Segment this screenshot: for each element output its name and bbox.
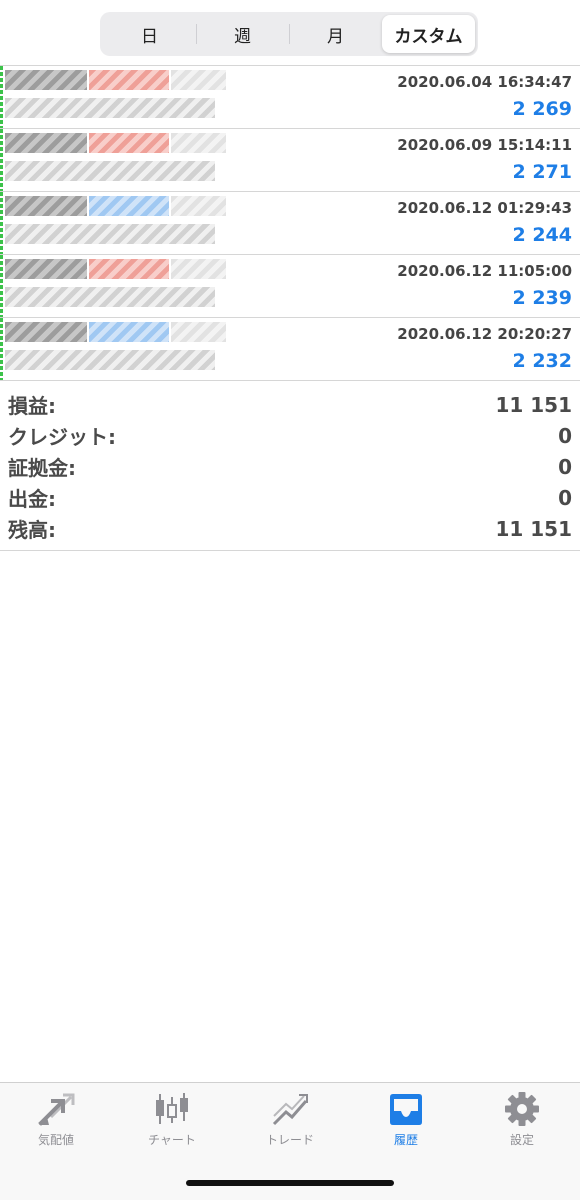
summary-label: 出金:: [8, 487, 56, 511]
summary-value: 0: [558, 485, 572, 510]
quotes-arrows-icon: [38, 1093, 75, 1126]
deal-profit: 2 271: [512, 161, 573, 183]
summary-value: 11 151: [495, 392, 572, 417]
redacted-symbol-info: [5, 68, 230, 126]
deal-profit: 2 244: [512, 224, 573, 246]
deal-row[interactable]: 2020.06.04 16:34:47 2 269: [0, 66, 580, 129]
gear-icon: [505, 1092, 539, 1126]
summary-label: クレジット:: [8, 425, 116, 449]
history-screen: 日 週 月 カスタム 2020.06.04 16:34:47 2 269 202…: [0, 0, 580, 1200]
tab-label: チャート: [148, 1133, 196, 1147]
deal-row[interactable]: 2020.06.09 15:14:11 2 271: [0, 129, 580, 192]
deal-time: 2020.06.12 20:20:27: [397, 325, 572, 343]
redacted-symbol-info: [5, 257, 230, 315]
tab-trade[interactable]: トレード: [240, 1091, 340, 1151]
deal-marker: [0, 255, 3, 317]
candlestick-chart-icon: [156, 1093, 188, 1124]
summary-row-credit: クレジット: 0: [0, 420, 580, 451]
redacted-symbol-info: [5, 320, 230, 378]
summary-label: 損益:: [8, 394, 56, 418]
deals-list: 2020.06.04 16:34:47 2 269 2020.06.09 15:…: [0, 65, 580, 381]
tab-label: 履歴: [393, 1133, 418, 1147]
tab-label: トレード: [265, 1133, 314, 1147]
deal-profit: 2 232: [512, 350, 573, 372]
segment-week[interactable]: 週: [196, 15, 289, 53]
deal-profit: 2 239: [512, 287, 573, 309]
deal-row[interactable]: 2020.06.12 01:29:43 2 244: [0, 192, 580, 255]
summary-label: 残高:: [8, 518, 56, 542]
summary-label: 証拠金:: [8, 456, 76, 480]
tab-quotes[interactable]: 気配値: [6, 1091, 106, 1151]
deal-row[interactable]: 2020.06.12 20:20:27 2 232: [0, 318, 580, 381]
deal-row[interactable]: 2020.06.12 11:05:00 2 239: [0, 255, 580, 318]
segment-day[interactable]: 日: [103, 15, 196, 53]
deal-marker: [0, 192, 3, 254]
tab-settings[interactable]: 設定: [472, 1091, 572, 1151]
tab-history[interactable]: 履歴: [356, 1091, 456, 1151]
segment-custom[interactable]: カスタム: [382, 15, 475, 53]
period-segmented-control: 日 週 月 カスタム: [100, 12, 478, 56]
deal-marker: [0, 66, 3, 128]
trade-trend-icon: [272, 1094, 308, 1126]
tab-label: 設定: [509, 1133, 534, 1147]
redacted-symbol-info: [5, 194, 230, 252]
account-summary: 損益: 11 151 クレジット: 0 証拠金: 0 出金: 0 残高: 11 …: [0, 389, 580, 551]
deal-marker: [0, 129, 3, 191]
deal-time: 2020.06.12 11:05:00: [397, 262, 572, 280]
summary-row-deposit: 証拠金: 0: [0, 451, 580, 482]
history-inbox-icon: [390, 1094, 422, 1125]
summary-row-balance: 残高: 11 151: [0, 513, 580, 544]
deal-time: 2020.06.04 16:34:47: [397, 73, 572, 91]
deal-profit: 2 269: [512, 98, 573, 120]
deal-time: 2020.06.09 15:14:11: [397, 136, 572, 154]
segment-month[interactable]: 月: [289, 15, 382, 53]
tab-chart[interactable]: チャート: [122, 1091, 222, 1151]
summary-value: 11 151: [495, 516, 572, 541]
summary-row-withdrawal: 出金: 0: [0, 482, 580, 513]
redacted-symbol-info: [5, 131, 230, 189]
summary-value: 0: [558, 454, 572, 479]
tab-label: 気配値: [37, 1133, 74, 1147]
deal-marker: [0, 318, 3, 380]
home-indicator[interactable]: [186, 1180, 394, 1186]
deal-time: 2020.06.12 01:29:43: [397, 199, 572, 217]
summary-row-profit: 損益: 11 151: [0, 389, 580, 420]
summary-value: 0: [558, 423, 572, 448]
